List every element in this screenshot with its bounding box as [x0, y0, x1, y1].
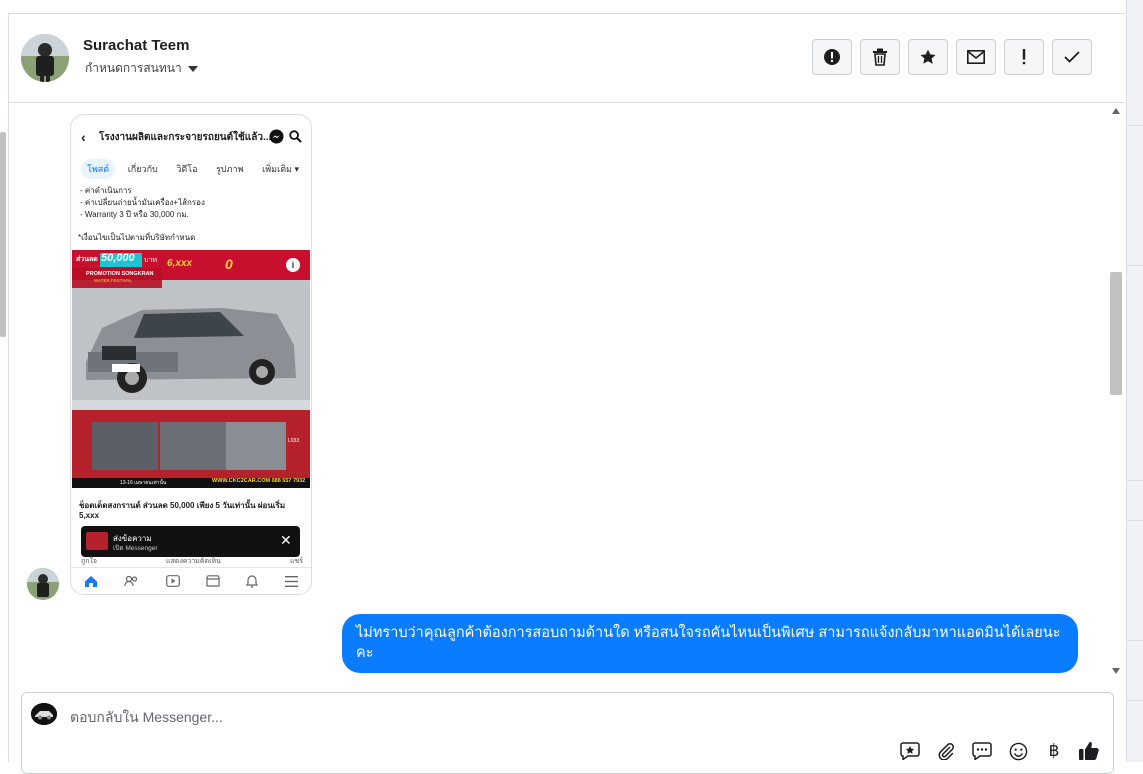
follow-up-button[interactable] — [1004, 39, 1044, 75]
attach-button[interactable] — [935, 741, 957, 761]
scroll-down-icon[interactable] — [1112, 668, 1120, 674]
emoji-button[interactable] — [1007, 741, 1029, 761]
home-icon — [85, 575, 98, 587]
mark-spam-button[interactable] — [812, 39, 852, 75]
post-condition: *เงื่อนไขเป็นไปตามที่บริษัทกำหนด — [78, 233, 196, 242]
thread-scrollbar-thumb[interactable] — [1110, 272, 1122, 395]
promo-discount-label: ส่วนลด — [76, 256, 98, 263]
car-promo-image: ส่วนลด 50,000 บาท 6,xxx 0 i PROMOTION SO… — [72, 250, 310, 488]
scroll-up-icon[interactable] — [1112, 108, 1120, 114]
promo-footer-right: WWW.CKC2CAR.COM 088 557 7932 — [212, 478, 306, 484]
bell-icon — [246, 574, 259, 588]
info-icon: i — [286, 258, 300, 272]
tab-posts: โพสต์ — [81, 159, 116, 179]
messenger-toast: ส่งข้อความ เปิด Messenger ✕ — [81, 526, 300, 557]
outgoing-message-bubble[interactable]: ไม่ทราบว่าคุณลูกค้าต้องการสอบถามด้านใด ห… — [342, 614, 1078, 673]
promo-code: L033 — [288, 438, 300, 444]
promo-discount-unit: บาท — [144, 257, 157, 264]
promo-discount: 50,000 — [101, 252, 135, 264]
toast-subtitle: เปิด Messenger — [113, 545, 158, 552]
bottom-nav — [71, 567, 311, 594]
saved-reply-button[interactable] — [899, 741, 921, 761]
promo-banner: PROMOTION SONGKRAN — [86, 271, 154, 277]
page-title: โรงงานผลิตและกระจายรถยนต์ใช้แล้ว... — [99, 132, 272, 143]
post-line: - ค่าเปลี่ยนถ่ายน้ำมันเครื่อง+ไส้กรอง — [80, 198, 205, 207]
friends-icon — [124, 575, 138, 587]
star-icon — [920, 49, 936, 64]
assign-conversation-dropdown[interactable]: กำหนดการสนทนา — [85, 59, 198, 78]
payment-button[interactable]: ฿ — [1043, 741, 1065, 761]
tab-about: เกี่ยวกับ — [127, 164, 158, 174]
back-arrow-icon: ‹ — [81, 129, 86, 145]
baht-icon: ฿ — [1048, 741, 1060, 760]
post-caption: ช็อตเด็ดสงกรานต์ ส่วนลด 50,000 เพียง 5 ว… — [79, 501, 286, 520]
reply-input[interactable]: ตอบกลับใน Messenger... — [70, 707, 223, 729]
sender-avatar[interactable] — [27, 568, 59, 600]
messenger-icon — [269, 129, 284, 144]
contact-name[interactable]: Surachat Teem — [83, 37, 189, 54]
right-rail — [1126, 0, 1143, 762]
search-icon — [289, 130, 302, 143]
alert-circle-icon — [824, 49, 840, 65]
saved-reply-icon — [900, 742, 920, 760]
attachment-icon — [938, 743, 954, 760]
like-button[interactable] — [1078, 741, 1100, 761]
tab-photos: รูปภาพ — [216, 164, 244, 174]
envelope-icon — [967, 50, 985, 64]
trash-icon — [873, 48, 887, 66]
marketplace-icon — [206, 575, 221, 587]
promo-footer-left: 13-16 เมษายนเท่านั้น — [120, 480, 167, 486]
toast-thumbnail — [86, 532, 108, 550]
caret-down-icon — [187, 65, 198, 72]
post-line: - Warranty 3 ปี หรือ 30,000 กม. — [80, 210, 189, 219]
assign-label: กำหนดการสนทนา — [85, 61, 182, 75]
chat-bubbles-icon — [972, 742, 992, 760]
page-tabs: โพสต์ เกี่ยวกับ วิดีโอ รูปภาพ เพิ่มเติม … — [81, 159, 305, 179]
star-button[interactable] — [908, 39, 948, 75]
chat-options-button[interactable] — [971, 741, 993, 761]
exclamation-icon — [1022, 49, 1026, 65]
menu-icon — [284, 575, 298, 587]
check-icon — [1064, 51, 1080, 63]
top-border — [0, 0, 1126, 14]
promo-banner-sub: WATER FESTIVAL — [94, 278, 132, 283]
tab-more: เพิ่มเติม ▾ — [262, 164, 299, 174]
promo-installment: 6,xxx — [167, 258, 193, 269]
promo-down: 0 — [225, 256, 233, 272]
left-scrollbar-thumb[interactable] — [0, 132, 6, 337]
page-logo — [31, 703, 57, 725]
mark-unread-button[interactable] — [956, 39, 996, 75]
post-line: - ค่าดำเนินการ — [80, 186, 132, 195]
watch-icon — [165, 575, 180, 587]
mark-done-button[interactable] — [1052, 39, 1092, 75]
delete-button[interactable] — [860, 39, 900, 75]
avatar[interactable] — [21, 34, 69, 82]
thumbs-up-icon — [1079, 742, 1099, 760]
close-icon: ✕ — [280, 532, 292, 548]
emoji-icon — [1009, 742, 1027, 760]
tab-videos: วิดีโอ — [176, 164, 198, 174]
left-scrollbar[interactable] — [0, 13, 9, 762]
shared-image-attachment[interactable]: ‹ โรงงานผลิตและกระจายรถยนต์ใช้แล้ว... โพ… — [70, 114, 312, 595]
